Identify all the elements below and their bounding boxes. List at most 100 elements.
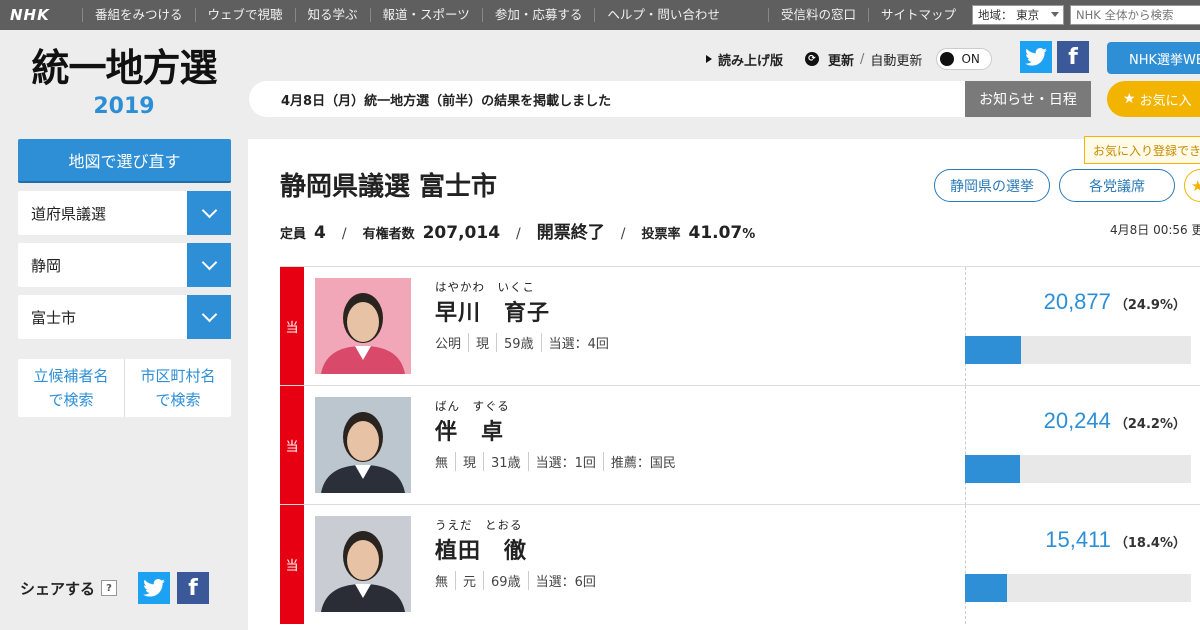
divider bbox=[965, 386, 966, 505]
election-type-value: 道府県議選 bbox=[31, 204, 107, 223]
vote-count: 20,877 （24.9%） bbox=[966, 289, 1186, 315]
vote-share: （24.2%） bbox=[1114, 417, 1186, 432]
vote-number: 20,244 bbox=[1043, 408, 1111, 433]
election-type-select[interactable]: 道府県議選 bbox=[18, 191, 231, 235]
candidate-kana: ばん すぐる bbox=[435, 399, 510, 413]
refresh-icon: ⟳ bbox=[805, 52, 820, 66]
chevron-down-icon bbox=[187, 243, 231, 287]
candidate-photo bbox=[315, 516, 411, 612]
chevron-down-icon bbox=[187, 191, 231, 235]
party-seats-button[interactable]: 各党議席 bbox=[1059, 169, 1175, 202]
notice-bar[interactable]: 4月8日（月）統一地方選（前半）の結果を掲載しました bbox=[249, 81, 965, 117]
auto-refresh-toggle[interactable]: ON bbox=[936, 48, 993, 70]
reception-link[interactable]: 受信料の窓口 bbox=[768, 8, 868, 22]
divider bbox=[965, 505, 966, 624]
seats-label: 定員 bbox=[280, 227, 307, 242]
candidate-row[interactable]: 当 はやかわ いくこ 早川 育子 公明現 59歳 当選：4回 20,877 （24.9… bbox=[280, 266, 1200, 386]
search-by-city-link[interactable]: 市区町村名 で検索 bbox=[124, 359, 231, 417]
search-candidate-line2: で検索 bbox=[48, 391, 94, 409]
count-status: 開票終了 bbox=[536, 223, 605, 243]
nhk-search-input[interactable] bbox=[1070, 5, 1200, 25]
region-value: 地域： 東京 bbox=[978, 8, 1040, 22]
nav-news-sports[interactable]: 報道・スポーツ bbox=[369, 8, 482, 22]
candidate-attribute: 69歳 bbox=[483, 571, 521, 590]
vote-share-bar bbox=[965, 336, 1191, 364]
candidate-kana: うえだ とおる bbox=[435, 518, 523, 532]
share-label: シェアする bbox=[20, 579, 96, 598]
twitter-share-button[interactable] bbox=[1020, 41, 1052, 73]
nav-find-programs[interactable]: 番組をみつける bbox=[82, 8, 195, 22]
vote-count: 20,244 （24.2%） bbox=[966, 408, 1186, 434]
district-value: 富士市 bbox=[31, 308, 77, 327]
vote-share-bar bbox=[965, 574, 1191, 602]
elected-badge: 当 bbox=[280, 386, 304, 505]
voters-label: 有権者数 bbox=[362, 227, 415, 242]
twitter-icon bbox=[1025, 48, 1047, 66]
candidate-row[interactable]: 当 ばん すぐる 伴 卓 無現 31歳 当選：1回 推薦：国民 20,244 （24.2… bbox=[280, 385, 1200, 505]
candidate-attributes: 無元 69歳 当選：6回 bbox=[435, 571, 596, 590]
page-title: 静岡県議選 富士市 bbox=[280, 172, 498, 202]
candidate-attribute: 公明 bbox=[435, 337, 462, 352]
nav-participate[interactable]: 参加・応募する bbox=[481, 8, 595, 22]
district-select[interactable]: 富士市 bbox=[18, 295, 231, 339]
nhk-logo[interactable]: NHK bbox=[10, 6, 50, 24]
vote-number: 15,411 bbox=[1045, 527, 1111, 552]
divider-slash: / bbox=[341, 226, 347, 242]
facebook-icon: f bbox=[188, 575, 198, 601]
chevron-down-icon bbox=[1051, 12, 1060, 17]
nav-watch-web[interactable]: ウェブで視聴 bbox=[194, 8, 295, 22]
sidebar-twitter-button[interactable] bbox=[138, 572, 170, 604]
candidate-attribute: 31歳 bbox=[483, 452, 521, 471]
vote-number: 20,877 bbox=[1043, 289, 1111, 314]
map-select-button[interactable]: 地図で選び直す bbox=[18, 139, 231, 183]
candidate-attribute: 無 bbox=[435, 575, 449, 590]
candidate-name: 植田 徹 bbox=[435, 539, 528, 564]
page-controls: 読み上げ版 ⟳ 更新 / 自動更新 ON bbox=[706, 48, 993, 70]
candidate-attribute: 当選：4回 bbox=[540, 333, 609, 352]
toggle-knob bbox=[940, 52, 955, 66]
divider-slash: / bbox=[516, 226, 521, 242]
prefecture-elections-button[interactable]: 静岡県の選挙 bbox=[934, 169, 1050, 202]
auto-refresh-label: 自動更新 bbox=[870, 53, 923, 69]
vote-share-bar-fill bbox=[965, 455, 1020, 483]
nhk-global-header: NHK 番組をみつける ウェブで視聴 知る学ぶ 報道・スポーツ 参加・応募する … bbox=[0, 0, 1200, 30]
global-nav: 番組をみつける ウェブで視聴 知る学ぶ 報道・スポーツ 参加・応募する ヘルプ・… bbox=[82, 0, 732, 30]
share-section: シェアする ? bbox=[20, 572, 131, 604]
candidate-name: 伴 卓 bbox=[435, 420, 505, 445]
search-by-candidate-link[interactable]: 立候補者名 で検索 bbox=[18, 359, 124, 417]
prefecture-select[interactable]: 静岡 bbox=[18, 243, 231, 287]
sidebar-facebook-button[interactable]: f bbox=[177, 572, 209, 604]
candidate-attribute: 当選：1回 bbox=[527, 452, 596, 471]
nav-learn[interactable]: 知る学ぶ bbox=[294, 8, 370, 22]
add-favorite-button[interactable]: ★ bbox=[1184, 169, 1200, 202]
candidate-row[interactable]: 当 うえだ とおる 植田 徹 無元 69歳 当選：6回 15,411 （18.4%） bbox=[280, 504, 1200, 624]
favorite-tooltip: お気に入り登録でき bbox=[1084, 136, 1200, 164]
favorites-button[interactable]: ★ お気に入 bbox=[1107, 81, 1200, 117]
global-utility: 受信料の窓口 サイトマップ 地域： 東京 bbox=[768, 0, 1200, 30]
turnout-unit: % bbox=[742, 227, 756, 242]
facebook-share-button[interactable]: f bbox=[1057, 41, 1089, 73]
candidate-attribute: 当選：6回 bbox=[527, 571, 596, 590]
vote-count: 15,411 （18.4%） bbox=[966, 527, 1186, 553]
star-icon: ★ bbox=[1123, 91, 1136, 107]
nav-help[interactable]: ヘルプ・問い合わせ bbox=[594, 8, 732, 22]
divider-slash: / bbox=[860, 51, 865, 67]
region-select[interactable]: 地域： 東京 bbox=[972, 5, 1065, 25]
help-icon[interactable]: ? bbox=[101, 580, 118, 596]
star-icon: ★ bbox=[1191, 176, 1200, 195]
candidate-kana: はやかわ いくこ bbox=[435, 280, 535, 294]
nhk-election-web-button[interactable]: NHK選挙WE bbox=[1107, 42, 1200, 74]
read-aloud-link[interactable]: 読み上げ版 bbox=[718, 50, 783, 69]
prefecture-value: 静岡 bbox=[31, 256, 62, 275]
vote-share-bar bbox=[965, 455, 1191, 483]
search-city-line2: で検索 bbox=[155, 391, 201, 409]
candidate-attributes: 無現 31歳 当選：1回 推薦：国民 bbox=[435, 452, 676, 471]
twitter-icon bbox=[143, 579, 165, 597]
refresh-button[interactable]: 更新 bbox=[828, 50, 854, 69]
news-schedule-button[interactable]: お知らせ・日程 bbox=[965, 81, 1091, 117]
divider bbox=[965, 267, 966, 386]
facebook-icon: f bbox=[1068, 44, 1078, 70]
candidate-attribute: 推薦：国民 bbox=[602, 452, 676, 471]
site-logo[interactable]: 統一地方選 2019 bbox=[24, 44, 224, 120]
sitemap-link[interactable]: サイトマップ bbox=[868, 8, 968, 22]
